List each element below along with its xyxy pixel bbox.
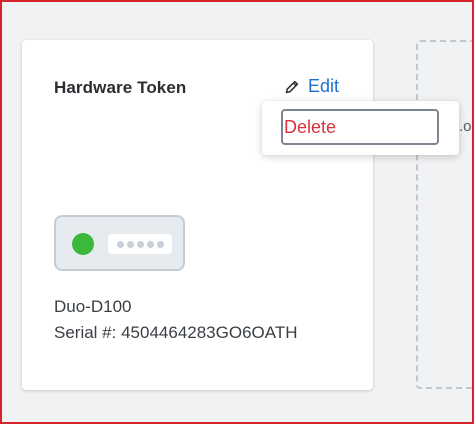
pencil-icon bbox=[285, 80, 299, 93]
display-dot bbox=[126, 240, 134, 248]
display-dot bbox=[146, 240, 154, 248]
edit-dropdown-menu: Delete bbox=[262, 101, 459, 155]
delete-menu-item[interactable]: Delete bbox=[281, 109, 439, 145]
display-dot bbox=[156, 240, 164, 248]
hardware-token-image bbox=[54, 215, 185, 271]
placeholder-text: .o bbox=[459, 118, 472, 135]
add-device-placeholder[interactable]: .o bbox=[416, 40, 474, 389]
device-name: Duo-D100 bbox=[54, 297, 132, 316]
token-display bbox=[108, 234, 172, 254]
status-led-icon bbox=[72, 233, 94, 255]
edit-button[interactable]: Edit bbox=[284, 76, 339, 97]
hardware-token-card: Hardware Token Edit Duo-D100 Serial #: 4… bbox=[22, 40, 373, 390]
display-dot bbox=[116, 240, 124, 248]
card-title: Hardware Token bbox=[54, 78, 187, 97]
display-dot bbox=[136, 240, 144, 248]
serial-number: Serial #: 4504464283GO6OATH bbox=[54, 323, 298, 342]
edit-label: Edit bbox=[308, 76, 340, 96]
